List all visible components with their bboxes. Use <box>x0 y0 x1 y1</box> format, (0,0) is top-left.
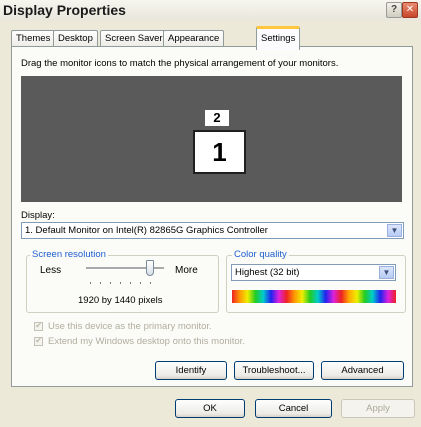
resolution-slider-thumb[interactable] <box>146 260 154 276</box>
slider-tick <box>90 282 91 284</box>
slider-tick <box>100 282 101 284</box>
chevron-down-icon[interactable]: ▼ <box>387 224 402 237</box>
slider-tick <box>120 282 121 284</box>
advanced-button[interactable]: Advanced <box>321 361 404 380</box>
slider-tick <box>110 282 111 284</box>
extend-desktop-label: Extend my Windows desktop onto this moni… <box>48 336 245 347</box>
window-title: Display Properties <box>3 2 126 18</box>
cancel-button[interactable]: Cancel <box>255 399 332 418</box>
primary-monitor-label: Use this device as the primary monitor. <box>48 321 212 332</box>
color-quality-select[interactable]: Highest (32 bit) ▼ <box>231 264 396 281</box>
primary-monitor-checkbox[interactable]: ✔ <box>34 320 43 331</box>
extend-desktop-checkbox[interactable]: ✔ <box>34 335 43 346</box>
display-label: Display: <box>21 210 55 221</box>
display-select-value: 1. Default Monitor on Intel(R) 82865G Gr… <box>25 225 268 236</box>
help-icon[interactable]: ? <box>386 2 402 18</box>
color-spectrum-bar <box>232 290 396 303</box>
resolution-value: 1920 by 1440 pixels <box>78 295 163 306</box>
tab-screen-saver[interactable]: Screen Saver <box>100 30 168 47</box>
ok-button[interactable]: OK <box>175 399 245 418</box>
tab-themes[interactable]: Themes <box>11 30 56 47</box>
slider-tick <box>140 282 141 284</box>
chevron-down-icon[interactable]: ▼ <box>379 266 394 279</box>
display-properties-dialog: Display Properties ? ✕ Themes Desktop Sc… <box>0 0 421 427</box>
monitor-1-icon[interactable]: 1 <box>193 130 246 174</box>
color-quality-value: Highest (32 bit) <box>235 267 300 278</box>
slider-tick <box>130 282 131 284</box>
title-bar: Display Properties ? ✕ <box>0 0 421 21</box>
resolution-less-label: Less <box>40 265 62 276</box>
tab-desktop[interactable]: Desktop <box>53 30 98 47</box>
apply-button: Apply <box>341 399 415 418</box>
identify-button[interactable]: Identify <box>155 361 227 380</box>
screen-resolution-title: Screen resolution <box>30 249 108 260</box>
close-icon[interactable]: ✕ <box>402 2 418 18</box>
troubleshoot-button[interactable]: Troubleshoot... <box>234 361 314 380</box>
slider-tick <box>150 282 151 284</box>
monitor-2-icon[interactable]: 2 <box>205 110 229 126</box>
tab-settings[interactable]: Settings <box>256 26 301 50</box>
display-select[interactable]: 1. Default Monitor on Intel(R) 82865G Gr… <box>21 222 404 239</box>
instructions-text: Drag the monitor icons to match the phys… <box>21 58 339 69</box>
resolution-more-label: More <box>175 265 198 276</box>
color-quality-title: Color quality <box>232 249 289 260</box>
tab-appearance[interactable]: Appearance <box>163 30 225 47</box>
